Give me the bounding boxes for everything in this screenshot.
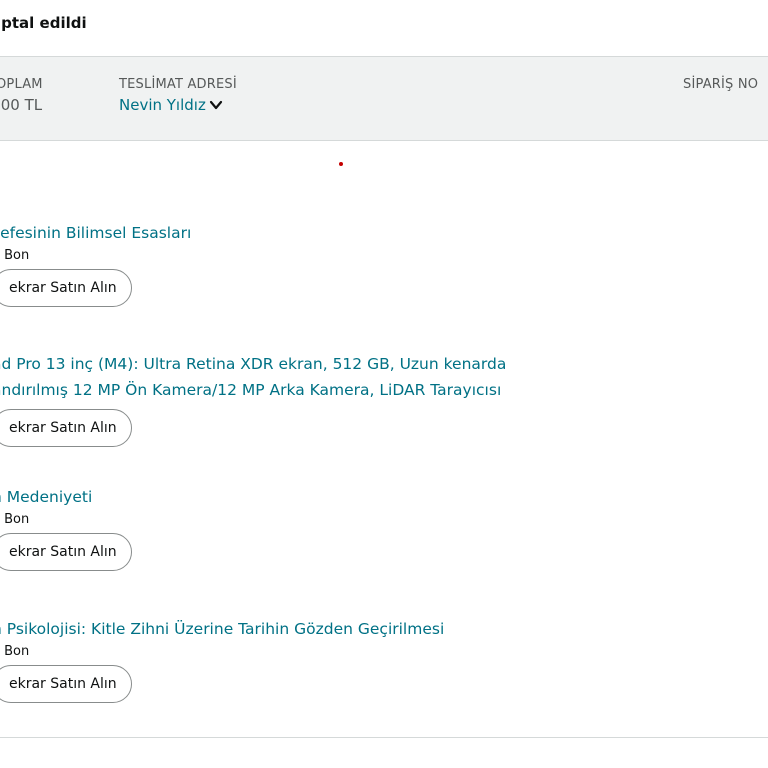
item-title-link[interactable]: sefesinin Bilimsel Esasları	[0, 220, 692, 246]
order-summary-header: OPLAM ,00 TL TESLİMAT ADRESİ Nevin Yıldı…	[0, 57, 768, 141]
buy-again-button[interactable]: ekrar Satın Alın	[0, 409, 132, 447]
shipping-address-label: TESLİMAT ADRESİ	[119, 77, 237, 92]
item-title-link[interactable]: n Psikolojisi: Kitle Zihni Üzerine Tarih…	[0, 616, 692, 642]
order-status-bar: iptal edildi	[0, 0, 768, 57]
item-author: e Bon	[0, 512, 30, 527]
order-total-label: OPLAM	[0, 77, 43, 92]
item-title-line: sefesinin Bilimsel Esasları	[0, 224, 192, 242]
order-number-label: SİPARİŞ NO	[683, 77, 759, 92]
indicator-dot	[339, 162, 343, 166]
shipping-address-name: Nevin Yıldız	[119, 96, 206, 114]
item-title-line: n Medeniyeti	[0, 488, 93, 506]
order-item: ad Pro 13 inç (M4): Ultra Retina XDR ekr…	[0, 351, 692, 447]
item-title-link[interactable]: n Medeniyeti	[0, 484, 692, 510]
order-total-value: ,00 TL	[0, 96, 43, 114]
shipping-address-dropdown[interactable]: Nevin Yıldız	[119, 96, 224, 114]
order-item: n Psikolojisi: Kitle Zihni Üzerine Tarih…	[0, 616, 692, 703]
chevron-down-icon	[209, 100, 222, 110]
order-total-column: OPLAM ,00 TL	[0, 77, 43, 114]
order-details-page: iptal edildi OPLAM ,00 TL TESLİMAT ADRES…	[0, 0, 768, 768]
order-item: sefesinin Bilimsel Esasları e Bon ekrar …	[0, 220, 692, 307]
order-number-column: SİPARİŞ NO	[683, 77, 758, 92]
order-item: n Medeniyeti e Bon ekrar Satın Alın	[0, 484, 692, 571]
item-title-line: n Psikolojisi: Kitle Zihni Üzerine Tarih…	[0, 620, 445, 638]
order-status-text: iptal edildi	[0, 14, 87, 32]
item-title-line: ad Pro 13 inç (M4): Ultra Retina XDR ekr…	[0, 355, 507, 373]
buy-again-button[interactable]: ekrar Satın Alın	[0, 665, 132, 703]
item-title-line: andırılmış 12 MP Ön Kamera/12 MP Arka Ka…	[0, 381, 502, 399]
item-author: e Bon	[0, 644, 30, 659]
buy-again-button[interactable]: ekrar Satın Alın	[0, 533, 132, 571]
item-title-link[interactable]: ad Pro 13 inç (M4): Ultra Retina XDR ekr…	[0, 351, 692, 403]
section-divider	[0, 737, 768, 738]
shipping-address-column: TESLİMAT ADRESİ Nevin Yıldız	[119, 77, 237, 114]
item-author: e Bon	[0, 248, 30, 263]
buy-again-button[interactable]: ekrar Satın Alın	[0, 269, 132, 307]
